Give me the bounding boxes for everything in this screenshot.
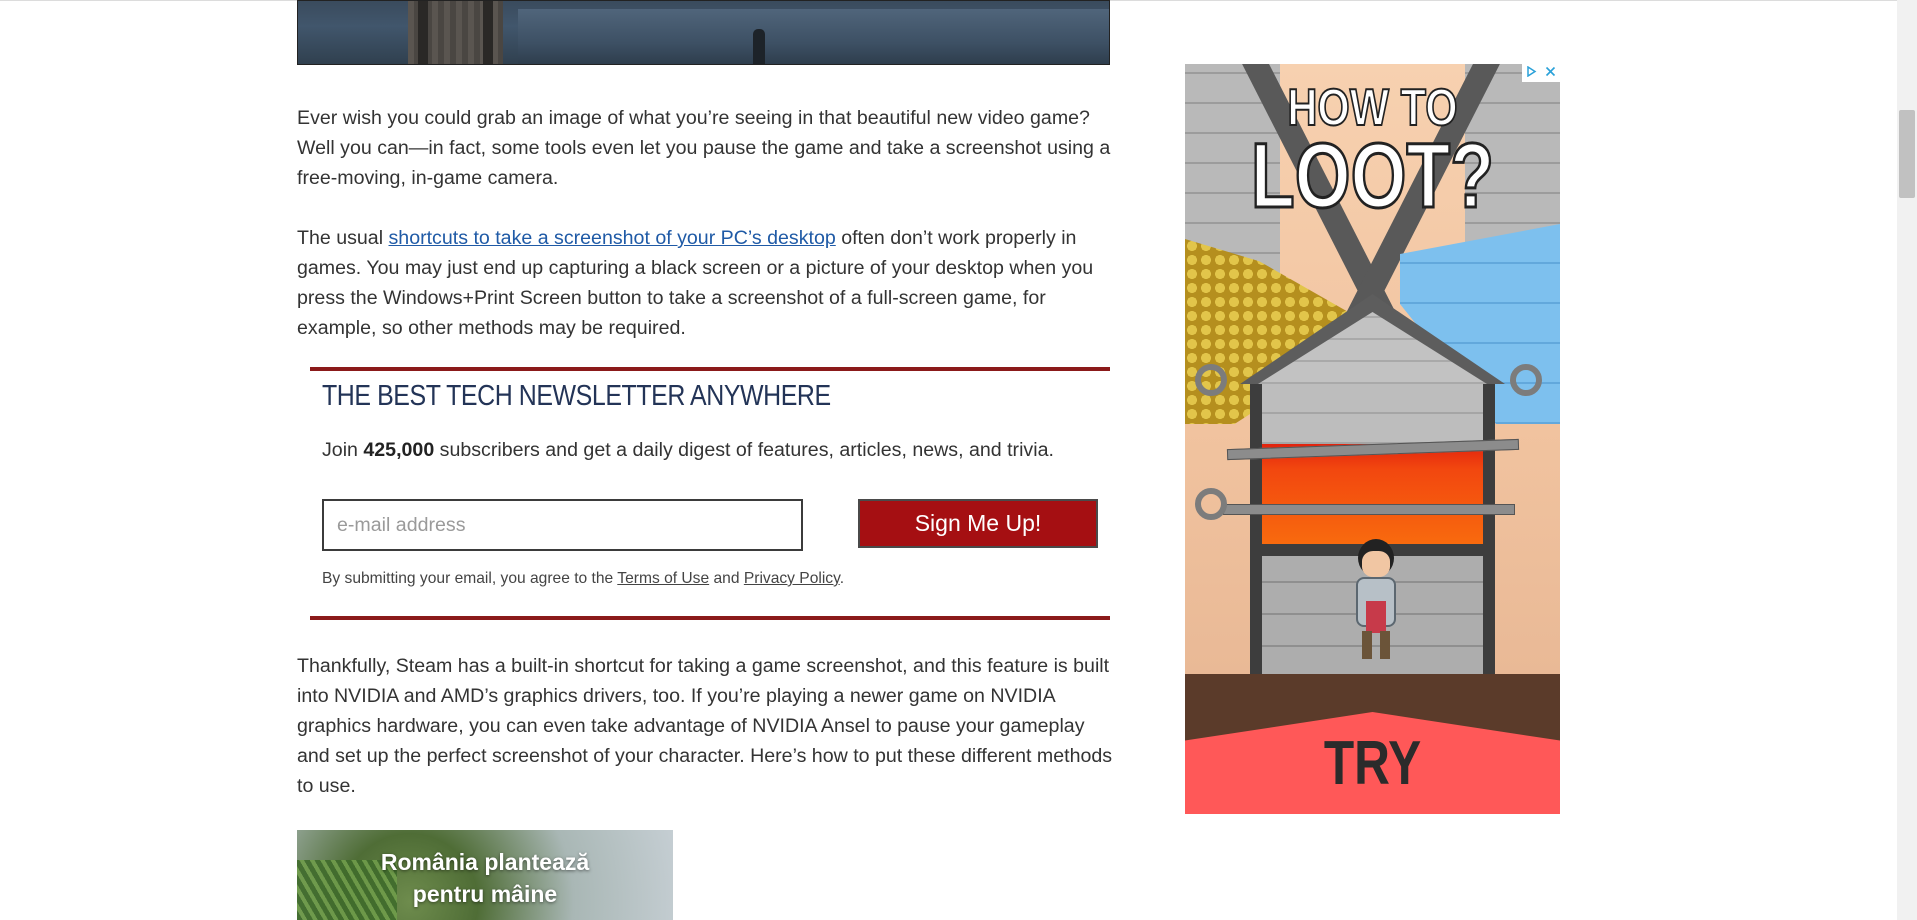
article-paragraph-2: The usual shortcuts to take a screenshot… [297, 223, 1117, 343]
ad-character [1350, 539, 1400, 659]
ad-pin-ring-left [1195, 364, 1227, 396]
legal-text: and [709, 570, 744, 587]
paragraph-text: The usual [297, 227, 389, 249]
adchoices-icon[interactable] [1526, 65, 1537, 80]
newsletter-title: THE BEST TECH NEWSLETTER ANYWHERE [322, 380, 831, 412]
hero-figure [753, 29, 765, 64]
legal-text: . [839, 570, 845, 587]
ad-pin-lower [1223, 504, 1515, 515]
character-tunic [1366, 601, 1386, 633]
email-field[interactable] [322, 499, 803, 551]
newsletter-description: Join 425,000 subscribers and get a daily… [322, 439, 1054, 462]
privacy-policy-link[interactable]: Privacy Policy [744, 570, 840, 587]
sign-up-button[interactable]: Sign Me Up! [858, 499, 1098, 548]
close-icon[interactable] [1545, 66, 1556, 80]
screenshot-shortcuts-link[interactable]: shortcuts to take a screenshot of your P… [389, 227, 836, 249]
newsletter-desc-text: Join [322, 439, 364, 461]
newsletter-top-rule [310, 367, 1110, 371]
article-hero-image [297, 0, 1110, 65]
hero-post [418, 1, 428, 64]
terms-of-use-link[interactable]: Terms of Use [617, 570, 709, 587]
article-paragraph-3: Thankfully, Steam has a built-in shortcu… [297, 655, 1113, 797]
promo-line-2: pentru mâine [412, 881, 558, 907]
page-scrollbar-thumb[interactable] [1899, 110, 1915, 198]
ad-choices-bar[interactable] [1522, 64, 1560, 82]
hero-post [483, 1, 493, 64]
article-paragraph-1: Ever wish you could grab an image of wha… [297, 107, 1111, 189]
promo-image[interactable]: România plantează pentru mâine [297, 830, 673, 920]
newsletter-bottom-rule [310, 616, 1110, 620]
ad-try-button[interactable]: TRY [1223, 724, 1523, 804]
promo-caption: România plantează pentru mâine [297, 846, 673, 910]
sidebar-advertisement[interactable]: HOW TO LOOT? TRY [1185, 64, 1560, 814]
promo-line-1: România plantează [380, 849, 590, 875]
legal-text: By submitting your email, you agree to t… [322, 570, 618, 587]
subscriber-count: 425,000 [363, 439, 435, 461]
ad-lava [1262, 444, 1483, 544]
ad-pin-ring-right [1510, 364, 1542, 396]
character-face [1362, 551, 1390, 577]
ad-top-room [1262, 384, 1483, 444]
hero-sea [518, 9, 1109, 64]
newsletter-legal-text: By submitting your email, you agree to t… [322, 570, 844, 588]
ad-pin-ring-lower [1195, 488, 1227, 520]
character-legs [1362, 631, 1390, 659]
ad-roof-inner [1258, 312, 1487, 384]
newsletter-desc-text: subscribers and get a daily digest of fe… [434, 439, 1054, 461]
ad-headline-2: LOOT? [1250, 125, 1495, 227]
